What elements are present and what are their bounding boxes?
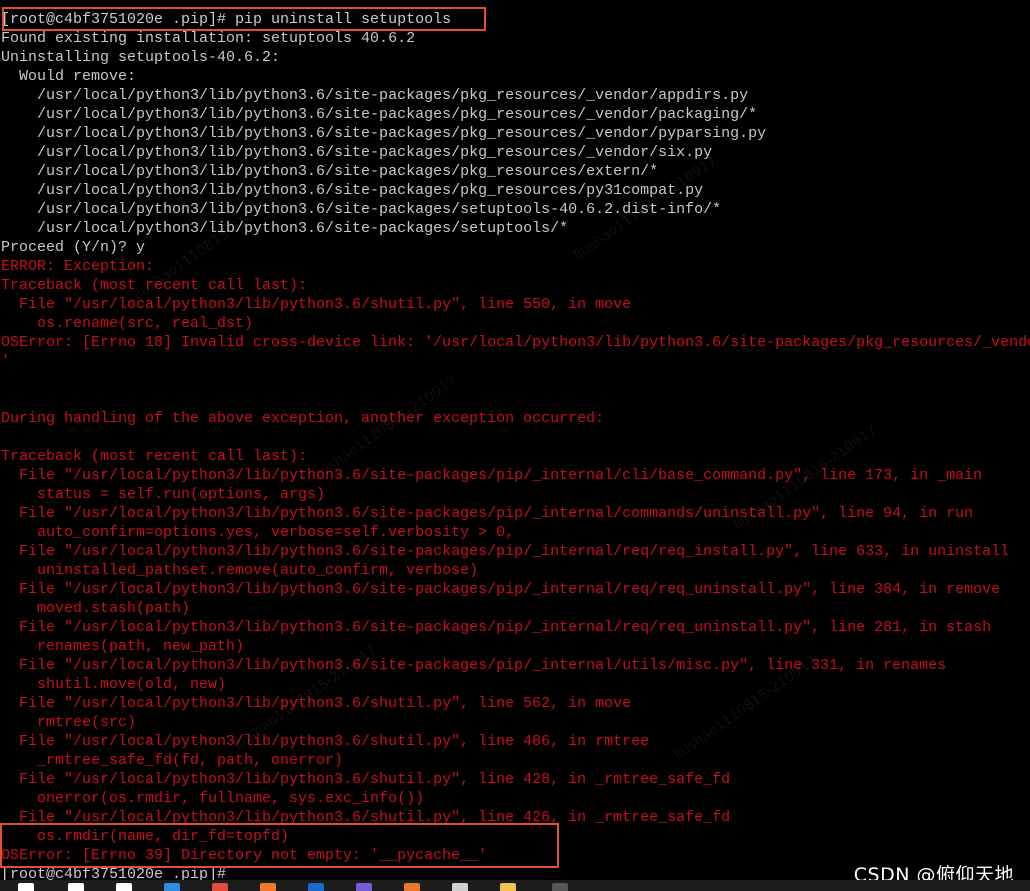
terminal-output-line: /usr/local/python3/lib/python3.6/site-pa… xyxy=(1,125,767,142)
terminal-error-line: During handling of the above exception, … xyxy=(1,410,605,427)
windows-start-icon[interactable] xyxy=(18,883,34,891)
terminal-error-line: File "/usr/local/python3/lib/python3.6/s… xyxy=(1,809,731,826)
taskbar xyxy=(0,880,1030,891)
terminal-window[interactable]: [root@c4bf3751020e .pip]# pip uninstall … xyxy=(0,0,1030,880)
terminal-error-line: os.rename(src, real_dst) xyxy=(1,315,254,332)
terminal-output-line: Would remove: xyxy=(1,68,137,85)
terminal-error-line: File "/usr/local/python3/lib/python3.6/s… xyxy=(1,733,650,750)
terminal-output-line: /usr/local/python3/lib/python3.6/site-pa… xyxy=(1,163,659,180)
terminal-error-line: _rmtree_safe_fd(fd, path, onerror) xyxy=(1,752,344,769)
terminal-output-line: Proceed (Y/n)? y xyxy=(1,239,146,256)
task-view-icon[interactable] xyxy=(116,883,132,891)
terminal-icon[interactable] xyxy=(552,883,568,891)
search-icon[interactable] xyxy=(68,883,84,891)
terminal-error-line: File "/usr/local/python3/lib/python3.6/s… xyxy=(1,467,983,484)
folder-icon[interactable] xyxy=(500,883,516,891)
terminal-error-line: File "/usr/local/python3/lib/python3.6/s… xyxy=(1,619,992,636)
terminal-error-line: os.rmdir(name, dir_fd=topfd) xyxy=(1,828,290,845)
outlook-icon[interactable] xyxy=(308,883,324,891)
terminal-output-line: /usr/local/python3/lib/python3.6/site-pa… xyxy=(1,182,704,199)
terminal-error-line: File "/usr/local/python3/lib/python3.6/s… xyxy=(1,296,632,313)
terminal-error-line: File "/usr/local/python3/lib/python3.6/s… xyxy=(1,543,1010,560)
terminal-error-line: File "/usr/local/python3/lib/python3.6/s… xyxy=(1,505,974,522)
terminal-error-line: renames(path, new_path) xyxy=(1,638,245,655)
terminal-error-line: ERROR: Exception: xyxy=(1,258,155,275)
terminal-output-line: /usr/local/python3/lib/python3.6/site-pa… xyxy=(1,106,758,123)
terminal-error-line: Traceback (most recent call last): xyxy=(1,448,308,465)
chrome-icon[interactable] xyxy=(212,883,228,891)
app-icon[interactable] xyxy=(452,883,468,891)
terminal-output-line: /usr/local/python3/lib/python3.6/site-pa… xyxy=(1,87,749,104)
terminal-error-line: OSError: [Errno 39] Directory not empty:… xyxy=(1,847,488,864)
edge-icon[interactable] xyxy=(164,883,180,891)
terminal-error-line: rmtree(src) xyxy=(1,714,137,731)
firefox-icon[interactable] xyxy=(260,883,276,891)
terminal-output-line: Uninstalling setuptools-40.6.2: xyxy=(1,49,281,66)
terminal-prompt-line: [root@c4bf3751020e .pip]# pip uninstall … xyxy=(1,11,452,28)
terminal-error-line: File "/usr/local/python3/lib/python3.6/s… xyxy=(1,771,731,788)
terminal-error-line: shutil.move(old, new) xyxy=(1,676,227,693)
app-icon[interactable] xyxy=(404,883,420,891)
terminal-error-line: uninstalled_pathset.remove(auto_confirm,… xyxy=(1,562,479,579)
terminal-error-line: OSError: [Errno 18] Invalid cross-device… xyxy=(1,334,1030,351)
terminal-output-line: /usr/local/python3/lib/python3.6/site-pa… xyxy=(1,144,713,161)
terminal-error-line: File "/usr/local/python3/lib/python3.6/s… xyxy=(1,581,1001,598)
terminal-output-line: Found existing installation: setuptools … xyxy=(1,30,416,47)
terminal-error-line: moved.stash(path) xyxy=(1,600,191,617)
terminal-output-line: /usr/local/python3/lib/python3.6/site-pa… xyxy=(1,220,569,237)
terminal-error-line: onerror(os.rmdir, fullname, sys.exc_info… xyxy=(1,790,425,807)
terminal-error-line: status = self.run(options, args) xyxy=(1,486,326,503)
app-icon[interactable] xyxy=(356,883,372,891)
terminal-prompt-line: [root@c4bf3751020e .pip]# xyxy=(1,866,227,880)
terminal-error-line: auto_confirm=options.yes, verbose=self.v… xyxy=(1,524,515,541)
terminal-output-line: /usr/local/python3/lib/python3.6/site-pa… xyxy=(1,201,722,218)
terminal-error-line: ' xyxy=(1,353,11,370)
